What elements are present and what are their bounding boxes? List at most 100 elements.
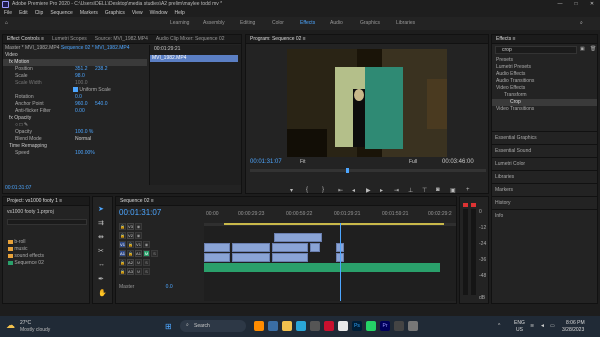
clip-bar[interactable]: MVI_1982.MP4 bbox=[150, 55, 238, 62]
video-clip-v1[interactable] bbox=[204, 243, 230, 252]
workspace-audio[interactable]: Audio bbox=[330, 17, 343, 30]
eye-icon[interactable]: ◉ bbox=[135, 232, 142, 239]
export-frame-icon[interactable]: ◙ bbox=[436, 187, 440, 193]
section-markers[interactable]: Markers bbox=[492, 183, 597, 196]
motion-label[interactable]: Motion bbox=[14, 59, 29, 65]
track-select-tool-icon[interactable]: ⇉ bbox=[98, 219, 104, 227]
sequence-clip-label[interactable]: Sequence 02 * MVI_1982.MP4 bbox=[61, 45, 130, 51]
app-icon[interactable] bbox=[324, 321, 334, 331]
menu-graphics[interactable]: Graphics bbox=[105, 9, 125, 17]
mute-button[interactable]: M bbox=[143, 250, 150, 257]
section-info[interactable]: Info bbox=[492, 209, 597, 222]
ec-footer-timecode[interactable]: 00:01:31:07 bbox=[5, 185, 31, 191]
workspace-libraries[interactable]: Libraries bbox=[396, 17, 415, 30]
keyframe-area[interactable]: 00:01:29:21 MVI_1982.MP4 bbox=[149, 45, 241, 185]
work-area-bar[interactable] bbox=[224, 223, 444, 225]
track-label-v3[interactable]: V3 bbox=[127, 223, 134, 230]
position-x-value[interactable]: 351.2 bbox=[75, 66, 88, 73]
lock-track-icon[interactable]: 🔒 bbox=[119, 268, 126, 275]
app-icon[interactable] bbox=[254, 321, 264, 331]
video-clip-v1[interactable] bbox=[272, 243, 308, 252]
timeline-track-area[interactable] bbox=[204, 223, 456, 301]
comparison-view-icon[interactable]: ▣ bbox=[450, 187, 456, 194]
blend-mode-select[interactable]: Normal bbox=[75, 136, 91, 143]
section-libraries[interactable]: Libraries bbox=[492, 170, 597, 183]
menu-markers[interactable]: Markers bbox=[80, 9, 98, 17]
track-label-a1[interactable]: A1 bbox=[135, 250, 142, 257]
video-clip-v1[interactable] bbox=[310, 243, 320, 252]
home-icon[interactable]: ⌂ bbox=[5, 17, 8, 30]
region-code[interactable]: US bbox=[516, 327, 523, 333]
add-button-icon[interactable]: + bbox=[466, 187, 470, 193]
program-timecode[interactable]: 00:01:31:07 bbox=[250, 159, 282, 165]
workspace-effects[interactable]: Effects bbox=[300, 17, 315, 30]
music-clip-a2[interactable] bbox=[204, 263, 440, 272]
menu-file[interactable]: File bbox=[4, 9, 12, 17]
tab-program-monitor[interactable]: Program: Sequence 02 ≡ bbox=[250, 35, 306, 43]
step-back-icon[interactable]: ◂ bbox=[352, 187, 355, 194]
clip-indicator[interactable] bbox=[471, 203, 476, 207]
tab-sequence[interactable]: Sequence 02 ≡ bbox=[120, 197, 154, 205]
app-icon[interactable] bbox=[268, 321, 278, 331]
source-patch-a1[interactable]: A1 bbox=[119, 250, 126, 257]
razor-tool-icon[interactable]: ✂ bbox=[98, 247, 104, 255]
tab-effect-controls[interactable]: Effect Controls ≡ bbox=[7, 35, 44, 43]
master-clip-label[interactable]: Master * MVI_1982.MP4 bbox=[5, 45, 59, 51]
track-label-v1[interactable]: V1 bbox=[135, 241, 142, 248]
rotation-value[interactable]: 0.0 bbox=[75, 94, 82, 101]
maximize-button[interactable]: □ bbox=[568, 0, 584, 9]
menu-view[interactable]: View bbox=[132, 9, 143, 17]
lock-track-icon[interactable]: 🔒 bbox=[119, 232, 126, 239]
workspace-editing[interactable]: Editing bbox=[240, 17, 255, 30]
mark-out-icon[interactable]: } bbox=[322, 187, 324, 193]
scale-value[interactable]: 98.0 bbox=[75, 73, 85, 80]
tab-source[interactable]: Source: MVI_1982.MP4 bbox=[95, 35, 148, 43]
project-item-sound-effects[interactable]: sound effects bbox=[14, 253, 44, 259]
lock-track-icon[interactable]: 🔒 bbox=[127, 250, 134, 257]
anti-flicker-value[interactable]: 0.00 bbox=[75, 108, 85, 115]
menu-edit[interactable]: Edit bbox=[19, 9, 28, 17]
menu-sequence[interactable]: Sequence bbox=[50, 9, 73, 17]
mute-button[interactable]: M bbox=[135, 268, 142, 275]
clip-indicator[interactable] bbox=[463, 203, 468, 207]
taskbar-search-box[interactable]: ⌕ Search bbox=[180, 320, 246, 332]
eye-icon[interactable]: ◉ bbox=[135, 223, 142, 230]
section-lumetri-color[interactable]: Lumetri Color bbox=[492, 157, 597, 170]
ripple-edit-tool-icon[interactable]: ⇹ bbox=[98, 233, 104, 241]
opacity-section[interactable]: Opacity bbox=[14, 115, 31, 121]
track-label-a2[interactable]: A2 bbox=[127, 259, 134, 266]
tree-lumetri-presets[interactable]: Lumetri Presets bbox=[492, 64, 597, 71]
track-label-a3[interactable]: A3 bbox=[127, 268, 134, 275]
minimize-button[interactable]: — bbox=[552, 0, 568, 9]
workspace-learning[interactable]: Learning bbox=[170, 17, 189, 30]
go-to-out-icon[interactable]: ⇥ bbox=[394, 187, 399, 194]
tree-audio-transitions[interactable]: Audio Transitions bbox=[492, 78, 597, 85]
app-icon[interactable] bbox=[310, 321, 320, 331]
extract-icon[interactable]: ⊤ bbox=[422, 187, 427, 194]
rectangle-mask-icon[interactable]: □ bbox=[19, 122, 22, 128]
timeline-timecode[interactable]: 00:01:31:07 bbox=[119, 208, 161, 217]
uniform-scale-checkbox[interactable] bbox=[73, 87, 78, 93]
slip-tool-icon[interactable]: ↔ bbox=[98, 261, 105, 268]
pen-tool-icon[interactable]: ✒ bbox=[98, 275, 104, 283]
mark-in-icon[interactable]: { bbox=[306, 187, 308, 193]
workspace-color[interactable]: Color bbox=[272, 17, 284, 30]
clock-date[interactable]: 3/28/2023 bbox=[562, 327, 584, 333]
hand-tool-icon[interactable]: ✋ bbox=[98, 289, 107, 297]
source-patch-v1[interactable]: V1 bbox=[119, 241, 126, 248]
menu-help[interactable]: Help bbox=[174, 9, 184, 17]
wifi-icon[interactable]: ≋ bbox=[530, 323, 534, 329]
lift-icon[interactable]: ⊥ bbox=[408, 187, 413, 194]
zoom-select[interactable]: Fit bbox=[300, 159, 306, 165]
selection-tool-icon[interactable]: ➤ bbox=[98, 205, 104, 213]
premiere-pro-icon[interactable]: Pr bbox=[380, 321, 390, 331]
playhead-marker[interactable] bbox=[346, 168, 349, 173]
project-search-input[interactable] bbox=[7, 219, 87, 225]
position-y-value[interactable]: 238.2 bbox=[95, 66, 108, 73]
opacity-value[interactable]: 100.0 % bbox=[75, 129, 93, 136]
workspace-assembly[interactable]: Assembly bbox=[203, 17, 225, 30]
volume-icon[interactable]: ◄ bbox=[540, 323, 545, 329]
project-item-broll[interactable]: b-roll bbox=[14, 239, 25, 245]
system-tray-chevron-icon[interactable]: ^ bbox=[498, 323, 500, 329]
solo-button[interactable]: S bbox=[143, 259, 150, 266]
